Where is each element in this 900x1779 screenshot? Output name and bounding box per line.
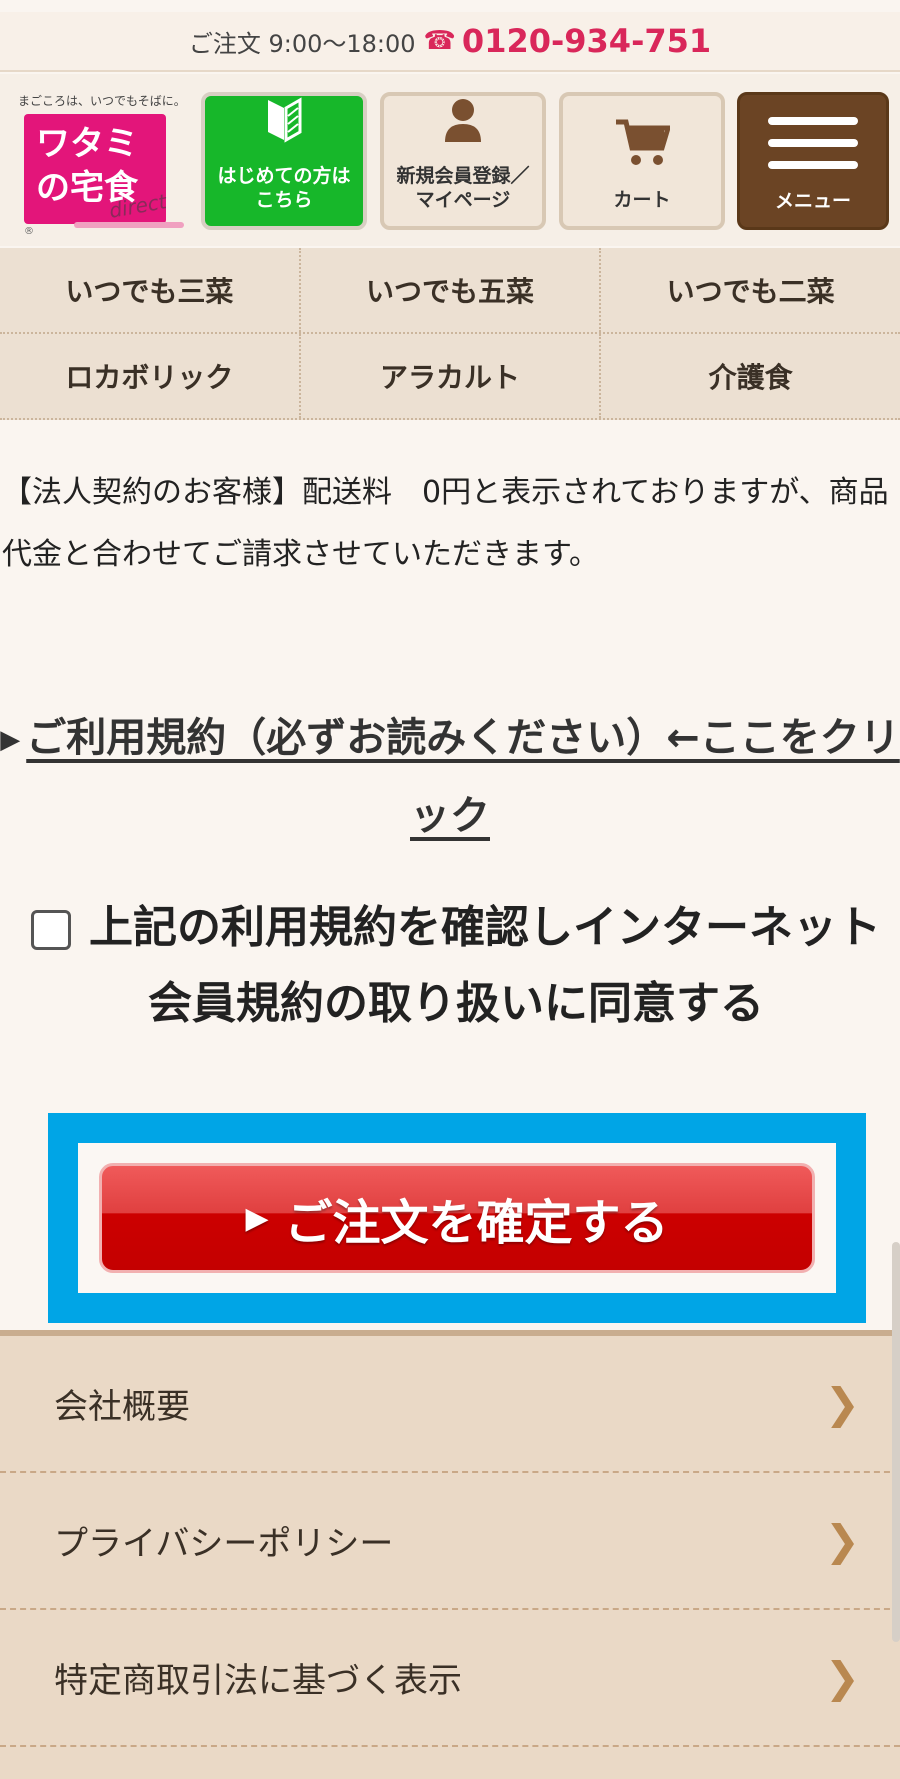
site-header: まごころは、いつでもそばに。 ワタミ の宅食 direct ® はじめての方は …	[0, 74, 900, 246]
nav-row: ロカボリック アラカルト 介護食	[0, 334, 900, 420]
nav-item-locabolic[interactable]: ロカボリック	[0, 334, 301, 418]
footer-link-label: 会社概要	[54, 1387, 190, 1427]
menu-label: メニュー	[774, 190, 851, 212]
cart-icon	[614, 118, 672, 178]
site-logo[interactable]: まごころは、いつでもそばに。 ワタミ の宅食 direct ®	[14, 92, 189, 237]
confirm-order-label: ご注文を確定する	[284, 1195, 669, 1251]
cart-icon-svg	[616, 119, 672, 165]
cart-button[interactable]: カート	[559, 92, 725, 230]
triangle-bullet-icon: ▶	[0, 725, 21, 755]
nav-item-sansai[interactable]: いつでも三菜	[0, 248, 301, 332]
logo-arrow	[74, 222, 184, 228]
order-button-frame: ▶ ご注文を確定する	[78, 1143, 836, 1293]
footer-link-privacy[interactable]: プライバシーポリシー ❯	[0, 1473, 900, 1610]
agree-checkbox[interactable]	[31, 910, 71, 950]
terms-section: ▶ ご利用規約（必ずお読みください）←ここをクリック	[0, 700, 900, 854]
nav-item-alacarte[interactable]: アラカルト	[301, 334, 602, 418]
footer-links: 会社概要 ❯ プライバシーポリシー ❯ 特定商取引法に基づく表示 ❯	[0, 1330, 900, 1779]
user-icon-svg	[445, 99, 481, 142]
category-nav: いつでも三菜 いつでも五菜 いつでも二菜 ロカボリック アラカルト 介護食	[0, 248, 900, 420]
triangle-right-icon: ▶	[245, 1200, 269, 1236]
chevron-right-icon: ❯	[824, 1379, 860, 1428]
beginner-mark-icon	[264, 96, 304, 154]
nav-item-care-food[interactable]: 介護食	[601, 334, 900, 418]
scrollbar[interactable]	[892, 1242, 900, 1642]
footer-link-label: 特定商取引法に基づく表示	[54, 1661, 462, 1701]
member-button[interactable]: 新規会員登録／ マイページ	[380, 92, 546, 230]
beginner-mark-icon-svg	[268, 97, 302, 143]
confirm-order-button[interactable]: ▶ ご注文を確定する	[99, 1163, 815, 1273]
logo-tagline: まごころは、いつでもそばに。	[18, 94, 186, 108]
user-icon	[441, 96, 485, 154]
phone-number-link[interactable]: 0120-934-751	[462, 22, 711, 60]
agree-section: 上記の利用規約を確認しインターネット会員規約の取り扱いに同意する	[16, 890, 896, 1042]
logo-line1: ワタミ	[36, 124, 138, 164]
nav-item-nisai[interactable]: いつでも二菜	[601, 248, 900, 332]
order-button-highlight: ▶ ご注文を確定する	[48, 1113, 866, 1323]
phone-icon: ☎	[423, 26, 456, 56]
menu-button[interactable]: メニュー	[737, 92, 889, 230]
nav-row: いつでも三菜 いつでも五菜 いつでも二菜	[0, 248, 900, 334]
footer-link-label: プライバシーポリシー	[54, 1524, 394, 1564]
footer-link-company[interactable]: 会社概要 ❯	[0, 1336, 900, 1473]
chevron-right-icon: ❯	[824, 1516, 860, 1565]
beginners-label: はじめての方は こちら	[217, 165, 351, 211]
order-hours: ご注文 9:00〜18:00	[188, 29, 416, 58]
agree-label[interactable]: 上記の利用規約を確認しインターネット会員規約の取り扱いに同意する	[89, 902, 881, 1029]
cart-label: カート	[613, 189, 671, 211]
footer-link-tokusho[interactable]: 特定商取引法に基づく表示 ❯	[0, 1610, 900, 1747]
member-label: 新規会員登録／ マイページ	[396, 165, 530, 211]
registered-mark: ®	[24, 226, 34, 237]
nav-item-gosai[interactable]: いつでも五菜	[301, 248, 602, 332]
chevron-right-icon: ❯	[824, 1653, 860, 1702]
corporate-shipping-notice: 【法人契約のお客様】配送料 0円と表示されておりますが、商品代金と合わせてご請求…	[2, 475, 889, 572]
hamburger-icon	[768, 117, 858, 169]
contact-bar: ご注文 9:00〜18:00 ☎ 0120-934-751	[0, 12, 900, 72]
terms-link[interactable]: ご利用規約（必ずお読みください）←ここをクリック	[26, 715, 900, 839]
beginners-button[interactable]: はじめての方は こちら	[201, 92, 367, 230]
